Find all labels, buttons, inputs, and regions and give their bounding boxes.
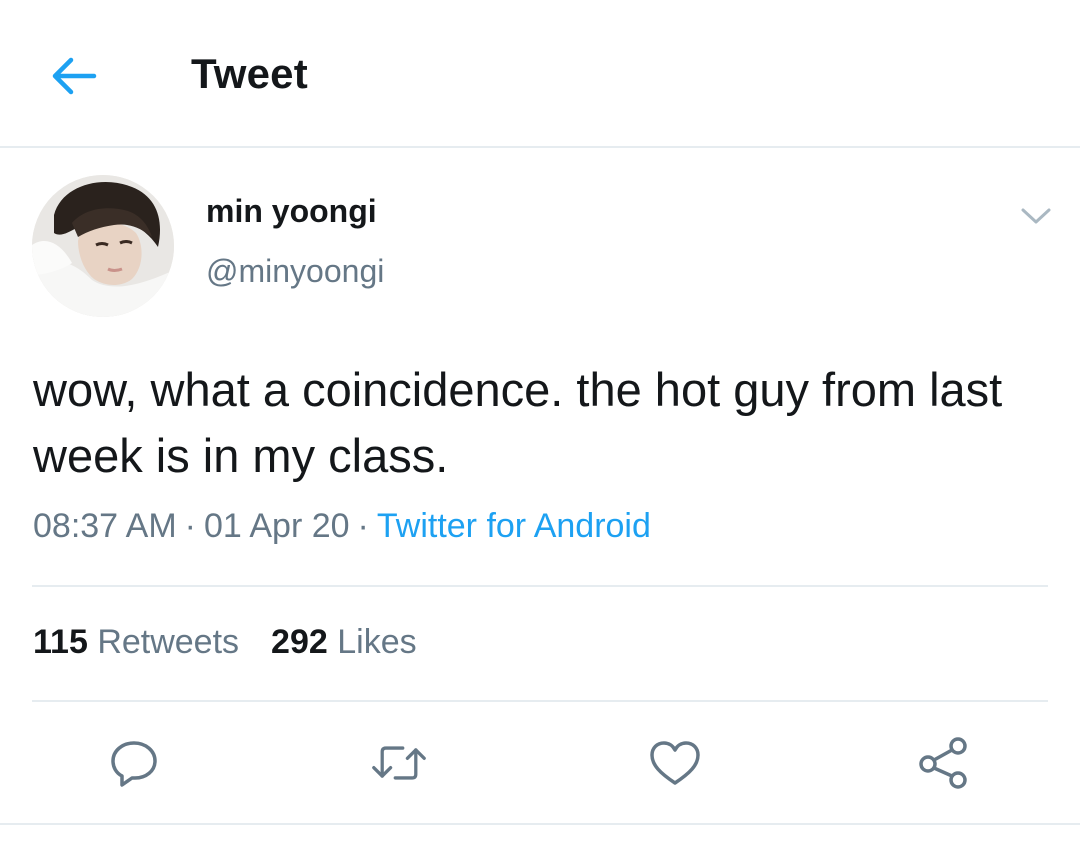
page-title: Tweet xyxy=(191,50,308,97)
retweets-label: Retweets xyxy=(97,623,240,661)
like-button[interactable] xyxy=(647,735,703,791)
reply-icon xyxy=(111,741,157,787)
retweets-stat[interactable]: 115 Retweets xyxy=(33,623,239,661)
separator: · xyxy=(184,507,196,545)
separator: · xyxy=(357,507,369,545)
likes-count: 292 xyxy=(271,623,328,661)
likes-label: Likes xyxy=(337,623,417,661)
share-icon xyxy=(919,737,967,789)
tweet-source-link[interactable]: Twitter for Android xyxy=(377,507,651,545)
tweet-menu-button[interactable] xyxy=(1016,200,1056,232)
top-app-bar: Tweet xyxy=(0,0,1080,148)
divider xyxy=(32,700,1048,702)
arrow-left-icon xyxy=(52,57,97,95)
like-icon xyxy=(650,741,700,785)
tweet-text: wow, what a coincidence. the hot guy fro… xyxy=(33,363,1003,482)
author-handle[interactable]: @minyoongi xyxy=(206,253,384,290)
divider xyxy=(0,823,1080,825)
divider xyxy=(32,585,1048,587)
likes-stat[interactable]: 292 Likes xyxy=(271,623,417,661)
tweet-metadata: 08:37 AM · 01 Apr 20 · Twitter for Android xyxy=(33,507,651,546)
reply-button[interactable] xyxy=(106,735,162,791)
chevron-down-icon xyxy=(1021,208,1051,224)
tweet-detail-screen: Tweet min yoongi @minyoongi wow, what a xyxy=(0,0,1080,841)
tweet-time: 08:37 AM xyxy=(33,507,177,545)
share-button[interactable] xyxy=(916,735,972,791)
profile-photo xyxy=(32,175,174,317)
retweet-button[interactable] xyxy=(371,735,427,791)
back-button[interactable] xyxy=(44,48,104,104)
retweets-count: 115 xyxy=(33,623,88,661)
author-display-name[interactable]: min yoongi xyxy=(206,193,377,230)
retweet-icon xyxy=(372,746,426,780)
avatar[interactable] xyxy=(32,175,174,317)
tweet-stats: 115 Retweets 292 Likes xyxy=(33,623,417,662)
tweet-date: 01 Apr 20 xyxy=(203,507,350,545)
